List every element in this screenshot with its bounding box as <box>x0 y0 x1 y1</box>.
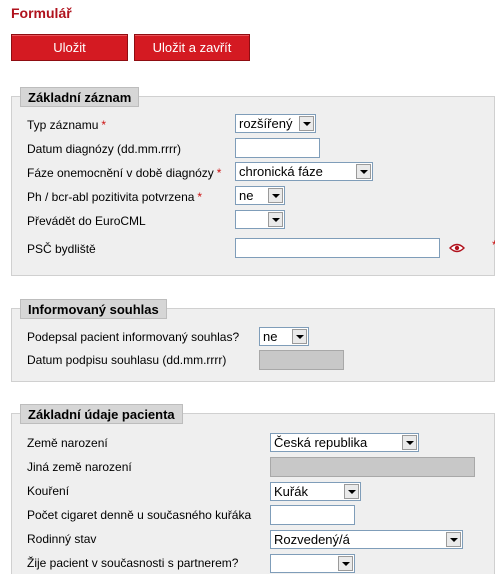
ph-positivity-label: Ph / bcr-abl pozitivita potvrzena * <box>27 190 203 204</box>
consent-signed-select[interactable]: ne <box>259 327 309 346</box>
consent-date-label: Datum podpisu souhlasu (dd.mm.rrrr) <box>27 353 227 367</box>
section-legend: Základní údaje pacienta <box>20 404 183 424</box>
record-type-select[interactable]: rozšířený <box>235 114 316 133</box>
marital-status-label: Rodinný stav <box>27 532 97 546</box>
disease-phase-select[interactable]: chronická fáze <box>235 162 373 181</box>
eurocml-label: Převádět do EuroCML <box>27 214 146 228</box>
cigarettes-label: Počet cigaret denně u současného kuřáka <box>27 508 252 522</box>
chevron-down-icon <box>268 188 283 203</box>
chevron-down-icon <box>344 484 359 499</box>
section-legend: Informovaný souhlas <box>20 299 167 319</box>
section-legend: Základní záznam <box>20 87 140 107</box>
basic-record-section: Základní záznam Typ záznamu * rozšířený D… <box>11 87 495 276</box>
eye-icon[interactable] <box>449 243 465 253</box>
chevron-down-icon <box>299 116 314 131</box>
record-type-label: Typ záznamu * <box>27 118 107 132</box>
page-title: Formulář <box>11 5 72 21</box>
ph-positivity-select[interactable]: ne <box>235 186 285 205</box>
partner-select[interactable] <box>270 554 355 573</box>
chevron-down-icon <box>338 556 353 571</box>
disease-phase-label: Fáze onemocnění v době diagnózy * <box>27 166 222 180</box>
eurocml-select[interactable] <box>235 210 285 229</box>
consent-date-input[interactable] <box>259 350 344 370</box>
chevron-down-icon <box>268 212 283 227</box>
informed-consent-section: Informovaný souhlas Podepsal pacient inf… <box>11 299 495 382</box>
patient-info-section: Základní údaje pacienta Země narození Če… <box>11 404 495 574</box>
cigarettes-input[interactable] <box>270 505 355 525</box>
chevron-down-icon <box>446 532 461 547</box>
diagnosis-date-label: Datum diagnózy (dd.mm.rrrr) <box>27 142 182 156</box>
smoking-select[interactable]: Kuřák <box>270 482 361 501</box>
marital-status-select[interactable]: Rozvedený/á <box>270 530 463 549</box>
chevron-down-icon <box>356 164 371 179</box>
diagnosis-date-input[interactable] <box>235 138 320 158</box>
birth-country-label: Země narození <box>27 436 108 450</box>
save-button[interactable]: Uložit <box>11 34 128 61</box>
chevron-down-icon <box>402 435 417 450</box>
postal-code-label: PSČ bydliště <box>27 242 96 256</box>
partner-label: Žije pacient v současnosti s partnerem? <box>27 556 239 570</box>
consent-signed-label: Podepsal pacient informovaný souhlas? <box>27 330 240 344</box>
postal-code-input[interactable] <box>235 238 440 258</box>
chevron-down-icon <box>292 329 307 344</box>
smoking-label: Kouření <box>27 484 70 498</box>
birth-country-select[interactable]: Česká republika <box>270 433 419 452</box>
other-country-input[interactable] <box>270 457 475 477</box>
save-and-close-button[interactable]: Uložit a zavřít <box>134 34 250 61</box>
other-country-label: Jiná země narození <box>27 460 132 474</box>
